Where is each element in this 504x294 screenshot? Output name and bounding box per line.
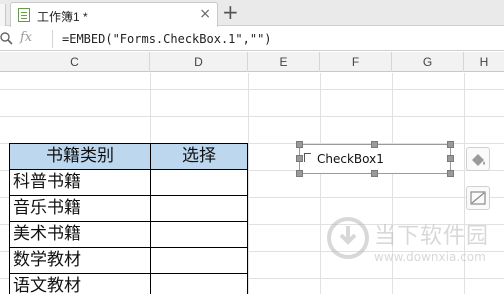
grid-line bbox=[0, 116, 504, 117]
table-cell-select[interactable] bbox=[150, 169, 248, 196]
resize-handle[interactable] bbox=[296, 141, 303, 148]
column-header-f[interactable]: F bbox=[320, 52, 392, 72]
column-headers: C D E F G H bbox=[0, 52, 504, 72]
divider bbox=[52, 30, 53, 48]
column-header-d[interactable]: D bbox=[150, 52, 248, 72]
resize-handle[interactable] bbox=[371, 170, 378, 177]
fill-style-button[interactable] bbox=[466, 147, 490, 171]
grid-line bbox=[0, 89, 504, 90]
resize-handle[interactable] bbox=[447, 170, 454, 177]
watermark-url: www.downxia.com bbox=[374, 250, 486, 264]
table-cell-select[interactable] bbox=[150, 247, 248, 274]
table-header-select[interactable]: 选择 bbox=[150, 143, 248, 170]
previous-tab[interactable] bbox=[0, 4, 6, 26]
tab-workbook1[interactable]: 工作簿1 * × bbox=[10, 2, 218, 27]
watermark-brand: 当下软件园 bbox=[374, 224, 490, 249]
new-tab-button[interactable]: + bbox=[222, 1, 239, 23]
table-cell-category[interactable]: 语文教材 bbox=[9, 273, 151, 294]
checkbox-label: CheckBox1 bbox=[317, 152, 384, 166]
border-line-icon bbox=[470, 191, 486, 205]
table-cell-category[interactable]: 科普书籍 bbox=[9, 169, 151, 196]
column-header-e[interactable]: E bbox=[248, 52, 320, 72]
grid-line bbox=[320, 73, 321, 294]
close-icon[interactable]: × bbox=[199, 6, 211, 22]
resize-handle[interactable] bbox=[371, 141, 378, 148]
outline-style-button[interactable] bbox=[466, 186, 490, 210]
resize-handle[interactable] bbox=[447, 141, 454, 148]
table-cell-category[interactable]: 美术书籍 bbox=[9, 221, 151, 248]
table-cell-category[interactable]: 音乐书籍 bbox=[9, 195, 151, 222]
table-cell-category[interactable]: 数学教材 bbox=[9, 247, 151, 274]
table-header-category[interactable]: 书籍类别 bbox=[9, 143, 151, 170]
watermark: 当下软件园 www.downxia.com bbox=[326, 216, 504, 294]
spreadsheet-icon bbox=[18, 8, 30, 22]
table-cell-select[interactable] bbox=[150, 273, 248, 294]
column-header-g[interactable]: G bbox=[392, 52, 464, 72]
resize-handle[interactable] bbox=[296, 170, 303, 177]
tab-bar: 工作簿1 * × + bbox=[0, 0, 504, 27]
resize-handle[interactable] bbox=[447, 155, 454, 162]
zoom-icon[interactable] bbox=[0, 31, 14, 47]
grid-line bbox=[248, 73, 249, 294]
table-cell-select[interactable] bbox=[150, 195, 248, 222]
checkbox-icon[interactable] bbox=[304, 153, 311, 162]
column-header-c[interactable]: C bbox=[0, 52, 150, 72]
fx-button[interactable]: fx bbox=[20, 30, 32, 45]
formula-bar: fx =EMBED("Forms.CheckBox.1","") bbox=[0, 27, 504, 51]
formula-input[interactable]: =EMBED("Forms.CheckBox.1","") bbox=[62, 32, 272, 46]
paint-bucket-icon bbox=[472, 154, 485, 166]
watermark-logo-icon bbox=[327, 217, 369, 259]
resize-handle[interactable] bbox=[296, 155, 303, 162]
column-header-h[interactable]: H bbox=[464, 52, 504, 72]
tab-title: 工作簿1 * bbox=[37, 10, 88, 24]
table-cell-select[interactable] bbox=[150, 221, 248, 248]
